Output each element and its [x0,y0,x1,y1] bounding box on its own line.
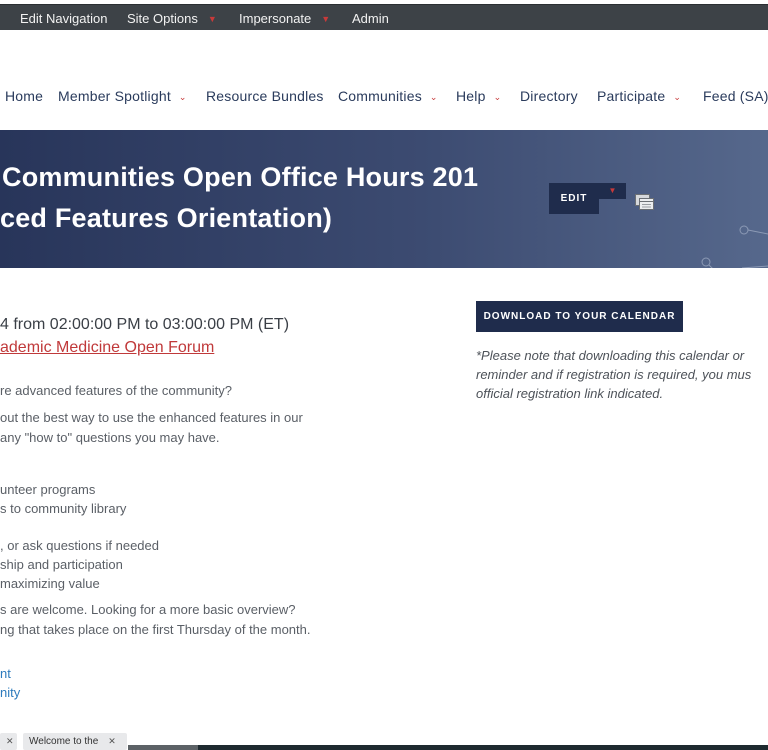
list-item: , or ask questions if needed [0,538,159,553]
admin-admin-label: Admin [352,11,389,26]
download-to-calendar-button[interactable]: DOWNLOAD TO YOUR CALENDAR [476,301,683,332]
nav-item-label: Directory [520,88,578,104]
page-title-line-2: ced Features Orientation) [0,203,333,233]
admin-impersonate-label: Impersonate [239,11,312,26]
admin-site-options[interactable]: Site Options ▼ [127,11,217,26]
chevron-down-icon: ⌄ [429,92,438,102]
chevron-down-icon: ⌄ [178,92,187,102]
nav-item-home[interactable]: Home [5,88,43,104]
nav-item-label: Feed (SA) [703,88,768,104]
list-item: unteer programs [0,482,96,497]
list-item: s to community library [0,501,127,516]
description-text: ng that takes place on the first Thursda… [0,622,311,637]
admin-impersonate[interactable]: Impersonate ▼ [239,11,330,26]
chevron-down-icon: ⌄ [493,92,502,102]
admin-toolbar: Edit Navigation Site Options ▼ Impersonat… [0,4,768,30]
nav-item-label: Help [456,88,486,104]
nav-item-resource-bundles[interactable]: Resource Bundles [206,88,324,104]
main-navigation: Home Member Spotlight ⌄ Resource Bundles … [0,84,768,110]
description-text: out the best way to use the enhanced fea… [0,410,303,425]
calendar-note-text: *Please note that downloading this calen… [476,348,745,363]
nav-item-participate[interactable]: Participate ⌄ [597,88,681,104]
admin-edit-navigation-label: Edit Navigation [20,11,108,26]
event-datetime: 4 from 02:00:00 PM to 03:00:00 PM (ET) [0,316,290,333]
tag-chip[interactable]: Welcome to the ✕ [23,733,127,750]
tag-label: Welcome to the [29,736,99,747]
bottom-scroll-bar [128,745,768,750]
edit-button[interactable]: EDIT [549,183,599,214]
calendar-icon[interactable] [635,193,654,210]
edit-menu-toggle[interactable]: ▼ [599,183,626,199]
nav-item-label: Member Spotlight [58,88,171,104]
close-icon[interactable]: ✕ [6,733,14,750]
nav-item-label: Resource Bundles [206,88,324,104]
event-community-link[interactable]: ademic Medicine Open Forum [0,339,214,357]
scrollbar-thumb[interactable] [128,745,198,750]
page-title-line-1: Communities Open Office Hours 201 [2,162,479,192]
chevron-down-icon: ⌄ [673,92,682,102]
nav-item-communities[interactable]: Communities ⌄ [338,88,438,104]
description-text: re advanced features of the community? [0,383,232,398]
chevron-down-icon: ▼ [608,186,617,195]
nav-item-help[interactable]: Help ⌄ [456,88,501,104]
admin-edit-navigation[interactable]: Edit Navigation [20,11,107,26]
nav-item-member-spotlight[interactable]: Member Spotlight ⌄ [58,88,187,104]
nav-item-label: Participate [597,88,666,104]
calendar-note-text: reminder and if registration is required… [476,367,752,382]
related-link[interactable]: nity [0,685,20,700]
decorative-network-graphic [701,225,768,268]
tag-chip[interactable]: ✕ [0,733,17,750]
nav-item-label: Communities [338,88,422,104]
list-item: maximizing value [0,576,100,591]
admin-admin[interactable]: Admin [352,11,389,26]
chevron-down-icon: ▼ [321,14,331,24]
nav-item-label: Home [5,88,44,104]
list-item: ship and participation [0,557,123,572]
description-text: any "how to" questions you may have. [0,430,220,445]
related-link[interactable]: nt [0,666,11,681]
nav-item-feed[interactable]: Feed (SA) [703,88,768,104]
calendar-note-text: official registration link indicated. [476,386,664,401]
close-icon[interactable]: ✕ [108,733,116,750]
nav-item-directory[interactable]: Directory [520,88,578,104]
description-text: s are welcome. Looking for a more basic … [0,602,296,617]
admin-site-options-label: Site Options [127,11,198,26]
chevron-down-icon: ▼ [207,14,217,24]
